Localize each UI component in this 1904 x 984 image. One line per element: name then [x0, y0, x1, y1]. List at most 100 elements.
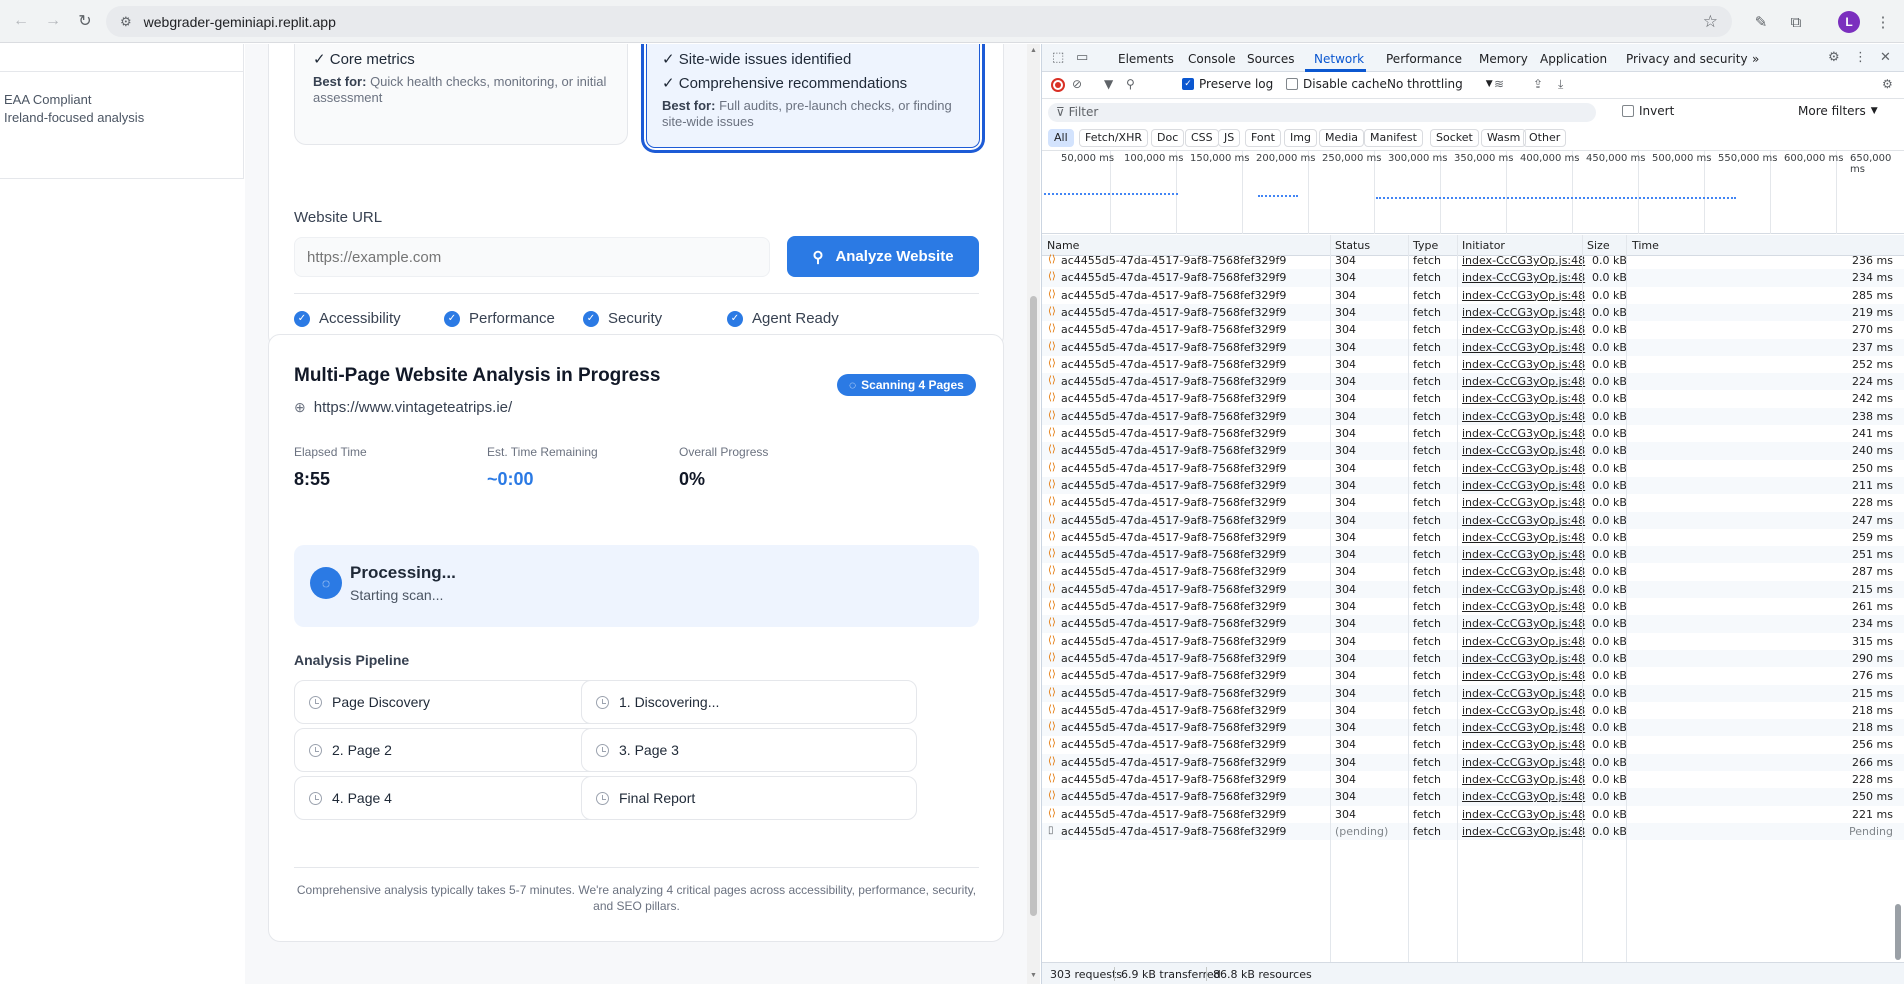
- table-row[interactable]: ⟨⟩ ac4455d5-47da-4517-9af8-7568fef329f9 30…: [1042, 615, 1904, 633]
- request-initiator[interactable]: index-CcCG3yOp.js:48: [1462, 496, 1585, 509]
- tab-sources[interactable]: Sources: [1247, 52, 1294, 66]
- disable-cache-checkbox[interactable]: Disable cache: [1286, 77, 1387, 91]
- table-row[interactable]: ⟨⟩ ac4455d5-47da-4517-9af8-7568fef329f9 30…: [1042, 356, 1904, 373]
- table-row[interactable]: ▯ ac4455d5-47da-4517-9af8-7568fef329f9 (pe…: [1042, 822, 1904, 841]
- inspect-element-icon[interactable]: ⬚: [1052, 50, 1064, 65]
- scrollbar-thumb[interactable]: [1895, 904, 1901, 960]
- check-performance[interactable]: ✓ Performance: [444, 310, 555, 327]
- back-icon[interactable]: ←: [10, 10, 32, 32]
- request-initiator[interactable]: index-CcCG3yOp.js:48: [1462, 565, 1585, 578]
- url-input[interactable]: [294, 237, 770, 277]
- request-initiator[interactable]: index-CcCG3yOp.js:48: [1462, 462, 1585, 475]
- request-initiator[interactable]: index-CcCG3yOp.js:48: [1462, 669, 1585, 682]
- upload-icon[interactable]: ⇪: [1533, 77, 1543, 91]
- request-initiator[interactable]: index-CcCG3yOp.js:48: [1462, 738, 1585, 751]
- table-row[interactable]: ⟨⟩ ac4455d5-47da-4517-9af8-7568fef329f9 30…: [1042, 788, 1904, 806]
- table-row[interactable]: ⟨⟩ ac4455d5-47da-4517-9af8-7568fef329f9 30…: [1042, 580, 1904, 598]
- site-info-icon[interactable]: ⚙: [120, 14, 132, 30]
- plan-quick-scan[interactable]: ✓ Core metrics Best for: Quick health ch…: [294, 44, 628, 145]
- request-initiator[interactable]: index-CcCG3yOp.js:48: [1462, 306, 1585, 319]
- tab-privacy-security[interactable]: Privacy and security: [1626, 52, 1748, 66]
- more-options-icon[interactable]: ⋮: [1854, 50, 1867, 65]
- device-toolbar-icon[interactable]: ▭: [1076, 50, 1088, 65]
- request-initiator[interactable]: index-CcCG3yOp.js:48: [1462, 635, 1585, 648]
- type-filter-doc[interactable]: Doc: [1151, 129, 1185, 147]
- throttling-select[interactable]: No throttling ▼: [1387, 77, 1493, 91]
- more-tabs-icon[interactable]: »: [1752, 52, 1759, 66]
- request-initiator[interactable]: index-CcCG3yOp.js:48: [1462, 687, 1585, 700]
- type-filter-img[interactable]: Img: [1284, 129, 1317, 147]
- table-row[interactable]: ⟨⟩ ac4455d5-47da-4517-9af8-7568fef329f9 30…: [1042, 719, 1904, 737]
- bookmark-star-icon[interactable]: ☆: [1703, 12, 1718, 32]
- address-bar[interactable]: ⚙ webgrader-geminiapi.replit.app ☆: [106, 6, 1732, 37]
- request-initiator[interactable]: index-CcCG3yOp.js:48: [1462, 254, 1585, 267]
- scrollbar-thumb[interactable]: [1030, 296, 1037, 916]
- edit-pen-icon[interactable]: ✎: [1750, 11, 1772, 33]
- menu-kebab-icon[interactable]: ⋮: [1872, 11, 1894, 33]
- table-row[interactable]: ⟨⟩ ac4455d5-47da-4517-9af8-7568fef329f9 30…: [1042, 633, 1904, 650]
- request-initiator[interactable]: index-CcCG3yOp.js:48: [1462, 790, 1585, 803]
- check-accessibility[interactable]: ✓ Accessibility: [294, 310, 401, 327]
- check-security[interactable]: ✓ Security: [583, 310, 662, 327]
- close-icon[interactable]: ✕: [1880, 50, 1891, 65]
- type-filter-all[interactable]: All: [1048, 129, 1074, 147]
- type-filter-css[interactable]: CSS: [1185, 129, 1219, 147]
- extensions-icon[interactable]: ⧉: [1785, 11, 1807, 33]
- column-separator[interactable]: [1408, 235, 1409, 962]
- table-row[interactable]: ⟨⟩ ac4455d5-47da-4517-9af8-7568fef329f9 30…: [1042, 373, 1904, 391]
- request-initiator[interactable]: index-CcCG3yOp.js:48: [1462, 392, 1585, 405]
- tab-elements[interactable]: Elements: [1118, 52, 1174, 66]
- download-icon[interactable]: ⤓: [1558, 77, 1563, 92]
- forward-icon[interactable]: →: [42, 10, 64, 32]
- table-row[interactable]: ⟨⟩ ac4455d5-47da-4517-9af8-7568fef329f9 30…: [1042, 684, 1904, 702]
- preserve-log-checkbox[interactable]: ✓ Preserve log: [1182, 77, 1273, 91]
- type-filter-manifest[interactable]: Manifest: [1364, 129, 1423, 147]
- table-row[interactable]: ⟨⟩ ac4455d5-47da-4517-9af8-7568fef329f9 30…: [1042, 252, 1904, 269]
- tab-memory[interactable]: Memory: [1479, 52, 1528, 66]
- address-url[interactable]: webgrader-geminiapi.replit.app: [144, 14, 336, 30]
- column-header-time[interactable]: Time: [1632, 239, 1659, 252]
- table-row[interactable]: ⟨⟩ ac4455d5-47da-4517-9af8-7568fef329f9 30…: [1042, 303, 1904, 322]
- table-row[interactable]: ⟨⟩ ac4455d5-47da-4517-9af8-7568fef329f9 30…: [1042, 287, 1904, 304]
- request-initiator[interactable]: index-CcCG3yOp.js:48: [1462, 479, 1585, 492]
- table-row[interactable]: ⟨⟩ ac4455d5-47da-4517-9af8-7568fef329f9 30…: [1042, 442, 1904, 460]
- request-initiator[interactable]: index-CcCG3yOp.js:48: [1462, 756, 1585, 769]
- request-initiator[interactable]: index-CcCG3yOp.js:48: [1462, 323, 1585, 336]
- column-header-type[interactable]: Type: [1413, 239, 1438, 252]
- request-initiator[interactable]: index-CcCG3yOp.js:48: [1462, 773, 1585, 786]
- type-filter-js[interactable]: JS: [1218, 129, 1241, 147]
- table-row[interactable]: ⟨⟩ ac4455d5-47da-4517-9af8-7568fef329f9 30…: [1042, 476, 1904, 495]
- check-agent-ready[interactable]: ✓ Agent Ready: [727, 310, 839, 327]
- analyze-button[interactable]: ⚲ Analyze Website: [787, 236, 979, 277]
- filter-input[interactable]: ⊽ Filter: [1048, 103, 1596, 122]
- type-filter-socket[interactable]: Socket: [1430, 129, 1479, 147]
- table-row[interactable]: ⟨⟩ ac4455d5-47da-4517-9af8-7568fef329f9 30…: [1042, 494, 1904, 511]
- table-row[interactable]: ⟨⟩ ac4455d5-47da-4517-9af8-7568fef329f9 30…: [1042, 460, 1904, 477]
- page-scrollbar[interactable]: ▲ ▼: [1027, 44, 1040, 984]
- column-header-size[interactable]: Size: [1587, 239, 1610, 252]
- type-filter-media[interactable]: Media: [1319, 129, 1365, 147]
- table-row[interactable]: ⟨⟩ ac4455d5-47da-4517-9af8-7568fef329f9 30…: [1042, 771, 1904, 788]
- request-initiator[interactable]: index-CcCG3yOp.js:48: [1462, 808, 1585, 821]
- request-initiator[interactable]: index-CcCG3yOp.js:48: [1462, 721, 1585, 734]
- clear-icon[interactable]: ⊘: [1072, 77, 1082, 91]
- table-row[interactable]: ⟨⟩ ac4455d5-47da-4517-9af8-7568fef329f9 30…: [1042, 546, 1904, 564]
- table-row[interactable]: ⟨⟩ ac4455d5-47da-4517-9af8-7568fef329f9 30…: [1042, 511, 1904, 529]
- table-row[interactable]: ⟨⟩ ac4455d5-47da-4517-9af8-7568fef329f9 30…: [1042, 321, 1904, 338]
- network-overview-timeline[interactable]: 50,000 ms 100,000 ms 150,000 ms 200,000 …: [1042, 151, 1904, 234]
- request-initiator[interactable]: index-CcCG3yOp.js:48: [1462, 617, 1585, 630]
- column-separator[interactable]: [1626, 235, 1627, 962]
- request-initiator[interactable]: index-CcCG3yOp.js:48: [1462, 583, 1585, 596]
- column-header-initiator[interactable]: Initiator: [1462, 239, 1505, 252]
- table-row[interactable]: ⟨⟩ ac4455d5-47da-4517-9af8-7568fef329f9 30…: [1042, 390, 1904, 407]
- table-row[interactable]: ⟨⟩ ac4455d5-47da-4517-9af8-7568fef329f9 30…: [1042, 407, 1904, 425]
- table-row[interactable]: ⟨⟩ ac4455d5-47da-4517-9af8-7568fef329f9 30…: [1042, 806, 1904, 823]
- request-initiator[interactable]: index-CcCG3yOp.js:48: [1462, 704, 1585, 717]
- tab-application[interactable]: Application: [1540, 52, 1607, 66]
- column-separator[interactable]: [1582, 235, 1583, 962]
- request-initiator[interactable]: index-CcCG3yOp.js:48: [1462, 514, 1585, 527]
- plan-full-audit[interactable]: ✓ Site-wide issues identified ✓ Comprehe…: [641, 44, 985, 153]
- table-row[interactable]: ⟨⟩ ac4455d5-47da-4517-9af8-7568fef329f9 30…: [1042, 736, 1904, 753]
- request-initiator[interactable]: index-CcCG3yOp.js:48: [1462, 375, 1585, 388]
- table-row[interactable]: ⟨⟩ ac4455d5-47da-4517-9af8-7568fef329f9 30…: [1042, 529, 1904, 546]
